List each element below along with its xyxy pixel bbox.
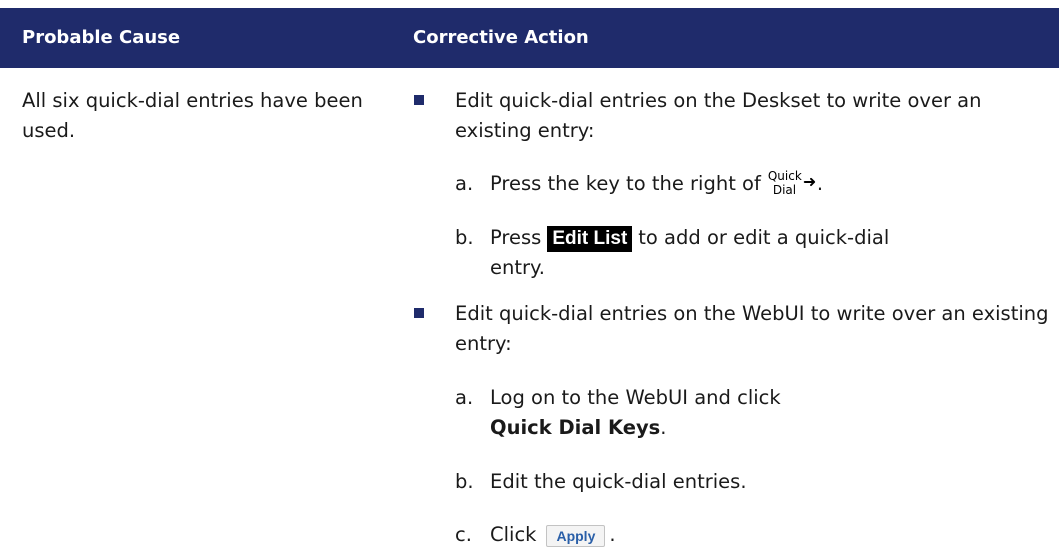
- table-header: Probable Cause Corrective Action: [0, 8, 1059, 68]
- step-text: Edit the quick-dial entries.: [490, 470, 747, 493]
- step-post-text: to add or edit a quick-dial: [638, 226, 890, 249]
- quick-label: Quick: [767, 168, 802, 183]
- step-letter: a.: [455, 172, 474, 195]
- action-webui-text: Edit quick-dial entries on the WebUI to …: [455, 302, 1049, 355]
- step-letter: a.: [455, 386, 474, 409]
- quick-dial-arrow-icon: Quick Dial ➜: [767, 170, 817, 200]
- troubleshooting-table: Probable Cause Corrective Action All six…: [0, 0, 1059, 548]
- action-deskset-text: Edit quick-dial entries on the Deskset t…: [455, 89, 982, 142]
- step-instruction: Press the key to the right of: [490, 172, 761, 195]
- step-text: Click Apply.: [490, 520, 616, 550]
- dial-label: Dial: [772, 182, 797, 197]
- step-letter: c.: [455, 523, 472, 546]
- step-continuation-text: entry.: [490, 256, 545, 279]
- apply-button: Apply: [546, 524, 606, 547]
- arrow-right-icon: ➜: [802, 171, 817, 191]
- bullet-square-icon: [414, 95, 424, 105]
- step-text: Press the key to the right of Quick Dial ➜.: [490, 169, 823, 200]
- edit-list-softkey: Edit List: [547, 225, 633, 252]
- header-corrective-action: Corrective Action: [413, 27, 589, 48]
- step-letter: b.: [455, 470, 474, 493]
- bullet-square-icon: [414, 308, 424, 318]
- quick-dial-keys-emphasis: Quick Dial Keys.: [490, 413, 666, 443]
- header-probable-cause: Probable Cause: [22, 27, 181, 48]
- step-text: Log on to the WebUI and click: [490, 386, 781, 409]
- step-pre-text: Press: [490, 226, 542, 249]
- step-suffix: .: [816, 172, 824, 195]
- step-text: Press Edit List to add or edit a quick-dia…: [490, 223, 889, 253]
- step-suffix: .: [660, 416, 667, 439]
- probable-cause-text: All six quick-dial entries have been use…: [22, 89, 363, 142]
- step-pre-text: Click: [490, 523, 537, 546]
- step-suffix: .: [609, 523, 616, 546]
- step-letter: b.: [455, 226, 474, 249]
- quick-dial-keys-label: Quick Dial Keys: [490, 416, 661, 439]
